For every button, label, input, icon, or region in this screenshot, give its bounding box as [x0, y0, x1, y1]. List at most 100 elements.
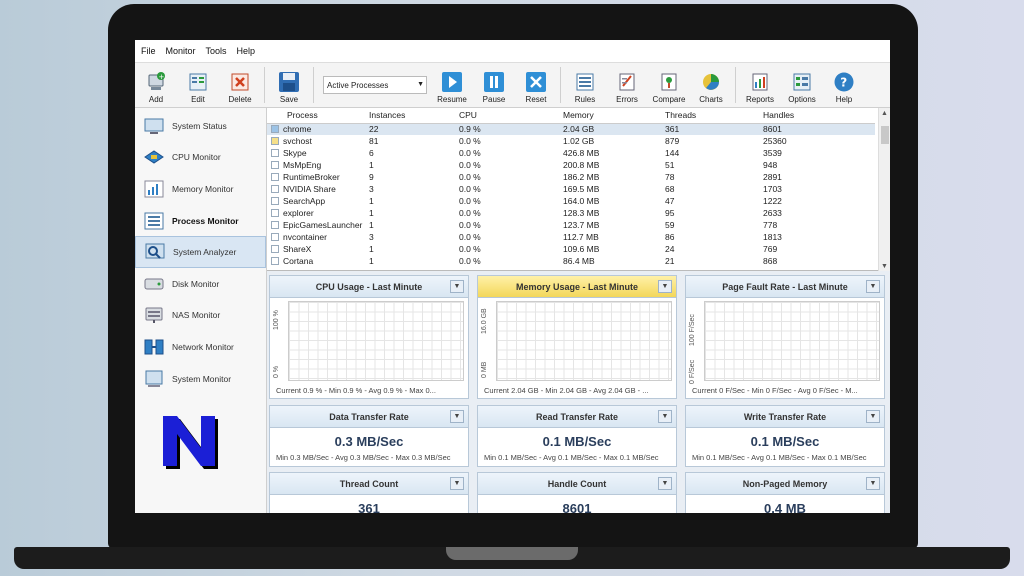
table-scrollbar[interactable]: ▲ ▼ [878, 108, 890, 271]
chevron-down-icon[interactable]: ▼ [866, 477, 880, 490]
cell-text: 0.0 % [459, 208, 481, 218]
cpu-usage-panel: CPU Usage - Last Minute ▼ 100 % 0 % Curr… [269, 275, 469, 399]
table-header-row: Process Instances CPU Memory Threads Han… [267, 108, 875, 124]
compare-button[interactable]: Compare [648, 63, 690, 107]
table-row[interactable]: MsMpEng 1 0.0 % 200.8 MB 51 948 [267, 159, 875, 171]
table-row[interactable]: SearchApp 1 0.0 % 164.0 MB 47 1222 [267, 195, 875, 207]
cell-text: 1 [369, 244, 374, 254]
chevron-down-icon[interactable]: ▼ [658, 280, 672, 293]
cell-text: explorer [283, 208, 314, 218]
add-button[interactable]: + Add [135, 63, 177, 107]
cell-text: 22 [369, 124, 379, 135]
row-color-swatch [271, 197, 279, 205]
chevron-down-icon[interactable]: ▼ [658, 477, 672, 490]
column-threads[interactable]: Threads [661, 108, 759, 124]
reports-button[interactable]: Reports [739, 63, 781, 107]
table-row[interactable]: svchost 81 0.0 % 1.02 GB 879 25360 [267, 135, 875, 147]
cell-text: 164.0 MB [563, 196, 600, 206]
table-row[interactable]: chrome 22 0.9 % 2.04 GB 361 8601 [267, 123, 875, 135]
table-row[interactable]: RuntimeBroker 9 0.0 % 186.2 MB 78 2891 [267, 171, 875, 183]
rules-button[interactable]: Rules [564, 63, 606, 107]
table-row[interactable]: NVIDIA Share 3 0.0 % 169.5 MB 68 1703 [267, 183, 875, 195]
system-monitor-icon [143, 369, 165, 389]
charts-button[interactable]: Charts [690, 63, 732, 107]
laptop-notch [446, 547, 578, 560]
memory-y-max-label: 16.0 GB [481, 308, 488, 334]
sidebar-item-memory-monitor[interactable]: Memory Monitor [135, 173, 266, 205]
edit-button[interactable]: Edit [177, 63, 219, 107]
table-cell: chrome [267, 123, 365, 135]
write-transfer-value: 0.1 MB/Sec [750, 434, 820, 449]
scroll-up-icon[interactable]: ▲ [881, 110, 888, 117]
row-color-swatch [271, 185, 279, 193]
table-row[interactable]: ShareX 1 0.0 % 109.6 MB 24 769 [267, 243, 875, 255]
options-button[interactable]: Options [781, 63, 823, 107]
pause-button[interactable]: Pause [473, 63, 515, 107]
cell-text: 86.4 MB [563, 256, 595, 266]
table-row[interactable]: Cortana 1 0.0 % 86.4 MB 21 868 [267, 255, 875, 267]
chevron-down-icon[interactable]: ▼ [450, 410, 464, 423]
column-instances[interactable]: Instances [365, 108, 455, 124]
chevron-down-icon[interactable]: ▼ [450, 477, 464, 490]
scrollbar-thumb[interactable] [881, 126, 889, 144]
menu-help[interactable]: Help [237, 46, 256, 56]
table-cell: 2891 [759, 171, 875, 183]
scroll-down-icon[interactable]: ▼ [881, 263, 888, 270]
errors-button[interactable]: Errors [606, 63, 648, 107]
table-cell: 22 [365, 123, 455, 135]
sidebar-item-cpu-monitor[interactable]: CPU Monitor [135, 142, 266, 174]
logo-n-graphic [163, 416, 218, 470]
toolbar-separator [560, 67, 561, 103]
table-cell: 0.0 % [455, 219, 559, 231]
save-button[interactable]: Save [268, 63, 310, 107]
table-cell: RuntimeBroker [267, 171, 365, 183]
row-color-swatch [271, 125, 279, 134]
menu-file[interactable]: File [141, 46, 156, 56]
table-cell: 128.3 MB [559, 207, 661, 219]
table-cell: 109.6 MB [559, 243, 661, 255]
table-row[interactable]: Skype 6 0.0 % 426.8 MB 144 3539 [267, 147, 875, 159]
column-process[interactable]: Process [267, 108, 365, 124]
table-cell: 47 [661, 195, 759, 207]
cell-text: 3 [369, 232, 374, 242]
toolbar-separator [735, 67, 736, 103]
reset-button[interactable]: Reset [515, 63, 557, 107]
cell-text: 1.02 GB [563, 136, 595, 146]
help-button[interactable]: ? Help [823, 63, 865, 107]
cell-text: 868 [763, 256, 778, 266]
sidebar-item-network-monitor[interactable]: Network Monitor [135, 331, 266, 363]
sidebar-item-system-status[interactable]: System Status [135, 110, 266, 142]
reset-icon [525, 72, 547, 92]
table-cell: 3 [365, 231, 455, 243]
table-cell: EpicGamesLauncher [267, 219, 365, 231]
cell-text: 948 [763, 160, 778, 170]
table-cell: Skype [267, 147, 365, 159]
resume-button[interactable]: Resume [431, 63, 473, 107]
nonpaged-memory-header: Non-Paged Memory ▼ [686, 473, 884, 495]
table-cell: 169.5 MB [559, 183, 661, 195]
network-icon [143, 337, 165, 357]
menu-monitor[interactable]: Monitor [166, 46, 196, 56]
menu-tools[interactable]: Tools [206, 46, 227, 56]
sidebar-item-disk-monitor[interactable]: Disk Monitor [135, 268, 266, 300]
toolbar: + Add Edit Delete Save Active Processes [135, 62, 890, 108]
sidebar-item-nas-monitor[interactable]: NAS Monitor [135, 300, 266, 332]
chevron-down-icon[interactable]: ▼ [866, 280, 880, 293]
column-memory[interactable]: Memory [559, 108, 661, 124]
sidebar-item-process-monitor[interactable]: Process Monitor [135, 205, 266, 237]
table-row[interactable]: explorer 1 0.0 % 128.3 MB 95 2633 [267, 207, 875, 219]
table-cell: 68 [661, 183, 759, 195]
table-row[interactable]: EpicGamesLauncher 1 0.0 % 123.7 MB 59 778 [267, 219, 875, 231]
chevron-down-icon[interactable]: ▼ [866, 410, 880, 423]
column-cpu[interactable]: CPU [455, 108, 559, 124]
delete-button[interactable]: Delete [219, 63, 261, 107]
column-handles[interactable]: Handles [759, 108, 875, 124]
table-cell: ShareX [267, 243, 365, 255]
chevron-down-icon[interactable]: ▼ [450, 280, 464, 293]
table-row[interactable]: nvcontainer 3 0.0 % 112.7 MB 86 1813 [267, 231, 875, 243]
chevron-down-icon[interactable]: ▼ [658, 410, 672, 423]
table-cell: 3539 [759, 147, 875, 159]
sidebar-item-system-analyzer[interactable]: System Analyzer [135, 236, 266, 268]
sidebar-item-system-monitor[interactable]: System Monitor [135, 363, 266, 395]
view-select[interactable]: Active Processes ▼ [323, 76, 427, 94]
